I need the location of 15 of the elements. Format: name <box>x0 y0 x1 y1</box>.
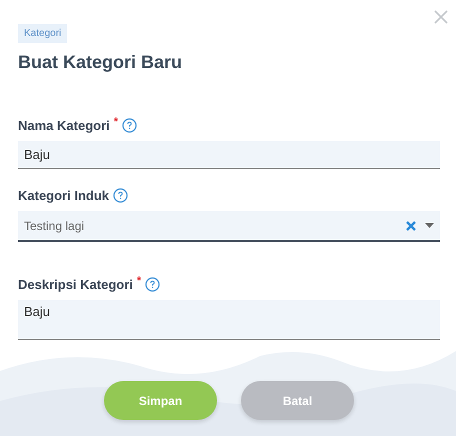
category-badge: Kategori <box>18 24 68 43</box>
required-mark: * <box>114 116 118 128</box>
help-icon[interactable] <box>145 276 160 292</box>
field-label: Deskripsi Kategori <box>18 276 133 292</box>
field-label: Kategori Induk <box>18 188 110 202</box>
caret-icon[interactable] <box>425 222 434 228</box>
dialog-title: Buat Kategori Baru <box>18 51 184 73</box>
required-mark: * <box>136 275 142 287</box>
textarea-field[interactable]: Baju <box>18 300 440 340</box>
help-icon[interactable] <box>122 118 138 132</box>
help-icon[interactable] <box>113 188 128 202</box>
clear-icon[interactable] <box>406 220 416 230</box>
select-field[interactable]: Testing lagi <box>18 211 440 242</box>
field-label: Nama Kategori <box>18 118 110 132</box>
input-field[interactable]: Baju <box>18 141 440 169</box>
